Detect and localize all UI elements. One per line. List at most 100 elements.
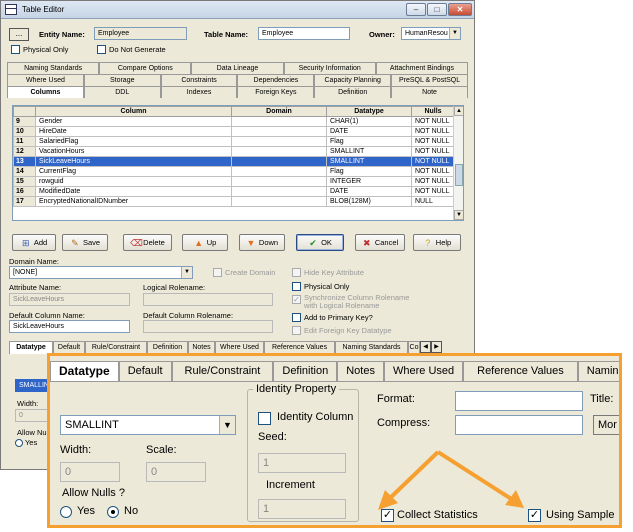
- zoom-tab-default[interactable]: Default: [118, 361, 172, 381]
- hide-key-attribute-checkbox[interactable]: [292, 268, 301, 277]
- zoom-tab-rule-constraint[interactable]: Rule/Constraint: [171, 361, 274, 381]
- column-name-cell[interactable]: HireDate: [35, 126, 232, 137]
- tab-columns[interactable]: Columns: [7, 86, 84, 98]
- datatype-cell[interactable]: DATE: [326, 126, 412, 137]
- zoom-tab-naming-standards[interactable]: Naming Sta: [577, 361, 619, 381]
- down-button[interactable]: ▼ Down: [239, 234, 285, 251]
- more-button[interactable]: Mor: [593, 415, 619, 435]
- domain-cell[interactable]: [231, 116, 327, 127]
- owner-select[interactable]: HumanResou ▼: [401, 27, 461, 40]
- delete-button[interactable]: ⌫ Delete: [123, 234, 172, 251]
- table-row[interactable]: 15 rowguid INTEGER NOT NULL: [13, 176, 455, 187]
- row-number-cell[interactable]: 17: [13, 196, 36, 207]
- domain-cell[interactable]: [231, 166, 327, 177]
- cancel-button[interactable]: ✖ Cancel: [355, 234, 405, 251]
- tab-scroll-right-icon[interactable]: ▶: [431, 341, 442, 353]
- ok-button[interactable]: ✔ OK: [296, 234, 344, 251]
- zoom-width-field[interactable]: 0: [60, 462, 120, 482]
- close-button[interactable]: ✕: [448, 3, 472, 16]
- column-name-cell[interactable]: rowguid: [35, 176, 232, 187]
- domain-cell[interactable]: [231, 196, 327, 207]
- nulls-cell[interactable]: NOT NULL: [411, 176, 455, 187]
- datatype-cell[interactable]: INTEGER: [326, 176, 412, 187]
- zoom-tab-datatype[interactable]: Datatype: [50, 361, 119, 381]
- maximize-button[interactable]: □: [427, 3, 447, 16]
- row-number-cell[interactable]: 9: [13, 116, 36, 127]
- domain-cell[interactable]: [231, 186, 327, 197]
- tab-security-information[interactable]: Security Information: [283, 62, 376, 74]
- up-button[interactable]: ▲ Up: [182, 234, 228, 251]
- datatype-cell[interactable]: BLOB(128M): [326, 196, 412, 207]
- table-name-field[interactable]: Employee: [258, 27, 350, 40]
- nulls-cell[interactable]: NOT NULL: [411, 136, 455, 147]
- domain-cell[interactable]: [231, 176, 327, 187]
- row-number-cell[interactable]: 14: [13, 166, 36, 177]
- table-row[interactable]: 13 SickLeaveHours SMALLINT NOT NULL: [13, 156, 455, 167]
- table-row[interactable]: 11 SalariedFlag Flag NOT NULL: [13, 136, 455, 147]
- tab-ddl[interactable]: DDL: [83, 86, 161, 98]
- row-number-cell[interactable]: 15: [13, 176, 36, 187]
- column-name-cell[interactable]: EncryptedNationalIDNumber: [35, 196, 232, 207]
- row-number-cell[interactable]: 12: [13, 146, 36, 157]
- domain-cell[interactable]: [231, 136, 327, 147]
- tab-foreign-keys[interactable]: Foreign Keys: [237, 86, 315, 98]
- table-row[interactable]: 12 VacationHours SMALLINT NOT NULL: [13, 146, 455, 157]
- tab-compare-options[interactable]: Compare Options: [99, 62, 192, 74]
- nulls-cell[interactable]: NOT NULL: [411, 166, 455, 177]
- using-sample-checkbox[interactable]: ✓: [528, 509, 541, 522]
- nulls-cell[interactable]: NOT NULL: [411, 126, 455, 137]
- zoom-datatype-select[interactable]: SMALLINT ▼: [60, 415, 236, 435]
- scroll-thumb[interactable]: [455, 164, 463, 186]
- default-column-name-field[interactable]: SickLeaveHours: [9, 320, 130, 333]
- save-button[interactable]: ✎ Save: [62, 234, 108, 251]
- table-row[interactable]: 10 HireDate DATE NOT NULL: [13, 126, 455, 137]
- zoom-scale-field[interactable]: 0: [146, 462, 206, 482]
- format-field[interactable]: [455, 391, 583, 411]
- row-number-cell[interactable]: 13: [13, 156, 36, 167]
- tab-dependencies[interactable]: Dependencies: [237, 74, 315, 86]
- grid-scrollbar[interactable]: ▲ ▼: [453, 106, 463, 220]
- do-not-generate-checkbox[interactable]: [97, 45, 106, 54]
- table-row[interactable]: 17 EncryptedNationalIDNumber BLOB(128M) NUL…: [13, 196, 455, 207]
- column-name-cell[interactable]: ModifiedDate: [35, 186, 232, 197]
- tab-storage[interactable]: Storage: [83, 74, 161, 86]
- default-column-rolename-field[interactable]: [143, 320, 273, 333]
- increment-field[interactable]: 1: [258, 499, 346, 519]
- nulls-cell[interactable]: NOT NULL: [411, 186, 455, 197]
- edit-foreign-key-datatype-checkbox[interactable]: [292, 326, 301, 335]
- zoom-yes-radio[interactable]: [60, 506, 72, 518]
- tab-scroll-left-icon[interactable]: ◀: [420, 341, 431, 353]
- create-domain-checkbox[interactable]: [213, 268, 222, 277]
- datatype-cell[interactable]: DATE: [326, 186, 412, 197]
- column-name-cell[interactable]: VacationHours: [35, 146, 232, 157]
- tab-naming-standards[interactable]: Naming Standards: [7, 62, 100, 74]
- attribute-name-field[interactable]: SickLeaveHours: [9, 293, 130, 306]
- nulls-cell[interactable]: NOT NULL: [411, 146, 455, 157]
- seed-field[interactable]: 1: [258, 453, 346, 473]
- add-button[interactable]: ⊞ Add: [12, 234, 56, 251]
- table-row[interactable]: 9 Gender CHAR(1) NOT NULL: [13, 116, 455, 127]
- table-row[interactable]: 16 ModifiedDate DATE NOT NULL: [13, 186, 455, 197]
- column-name-cell[interactable]: Gender: [35, 116, 232, 127]
- tab-definition[interactable]: Definition: [314, 86, 392, 98]
- column-name-cell[interactable]: SickLeaveHours: [35, 156, 232, 167]
- column-header-datatype[interactable]: Datatype: [326, 106, 412, 117]
- datatype-field-partial[interactable]: SMALLIN: [15, 379, 49, 392]
- physical-only-column-checkbox[interactable]: [292, 282, 301, 291]
- collect-statistics-checkbox[interactable]: ✓: [381, 509, 394, 522]
- nulls-cell[interactable]: NULL: [411, 196, 455, 207]
- tab-data-lineage[interactable]: Data Lineage: [191, 62, 284, 74]
- table-row[interactable]: 14 CurrentFlag Flag NOT NULL: [13, 166, 455, 177]
- scroll-up-icon[interactable]: ▲: [454, 106, 463, 116]
- datatype-cell[interactable]: CHAR(1): [326, 116, 412, 127]
- compress-field[interactable]: [455, 415, 583, 435]
- tab-note[interactable]: Note: [391, 86, 468, 98]
- minimize-button[interactable]: –: [406, 3, 426, 16]
- row-number-cell[interactable]: 16: [13, 186, 36, 197]
- row-number-cell[interactable]: 10: [13, 126, 36, 137]
- logical-rolename-field[interactable]: [143, 293, 273, 306]
- browse-button[interactable]: ...: [9, 28, 29, 41]
- column-header-column[interactable]: Column: [35, 106, 232, 117]
- tab-capacity-planning[interactable]: Capacity Planning: [314, 74, 392, 86]
- datatype-cell[interactable]: SMALLINT: [326, 156, 412, 167]
